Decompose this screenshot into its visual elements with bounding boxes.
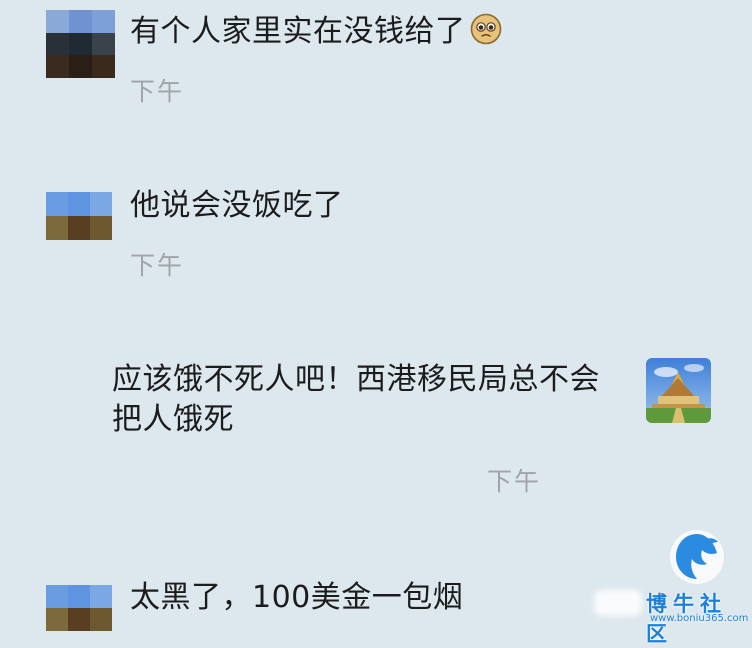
message-3-line-2: 把人饿死 — [112, 402, 234, 437]
sender-avatar-2[interactable] — [46, 192, 112, 240]
sender-avatar-4[interactable] — [46, 585, 112, 631]
sender-avatar-1[interactable] — [46, 10, 115, 78]
temple-photo-icon — [646, 358, 711, 423]
pleading-face-emoji-icon — [470, 13, 501, 45]
message-2: 他说会没饭吃了 — [130, 188, 344, 223]
message-3-line-1: 应该饿不死人吧！西港移民局总不会 — [112, 362, 600, 397]
watermark-url: www.boniu365.com — [650, 613, 749, 624]
message-1: 有个人家里实在没钱给了 — [130, 12, 502, 52]
message-1-time: 下午 — [130, 77, 185, 106]
blurred-patch — [594, 590, 642, 616]
message-2-time: 下午 — [130, 251, 185, 280]
message-1-text: 有个人家里实在没钱给了 — [130, 14, 466, 49]
message-4: 太黑了，100美金一包烟 — [130, 580, 464, 615]
self-avatar[interactable] — [646, 358, 711, 423]
boniu-logo-icon — [670, 530, 724, 584]
message-3-time: 下午 — [487, 467, 542, 496]
